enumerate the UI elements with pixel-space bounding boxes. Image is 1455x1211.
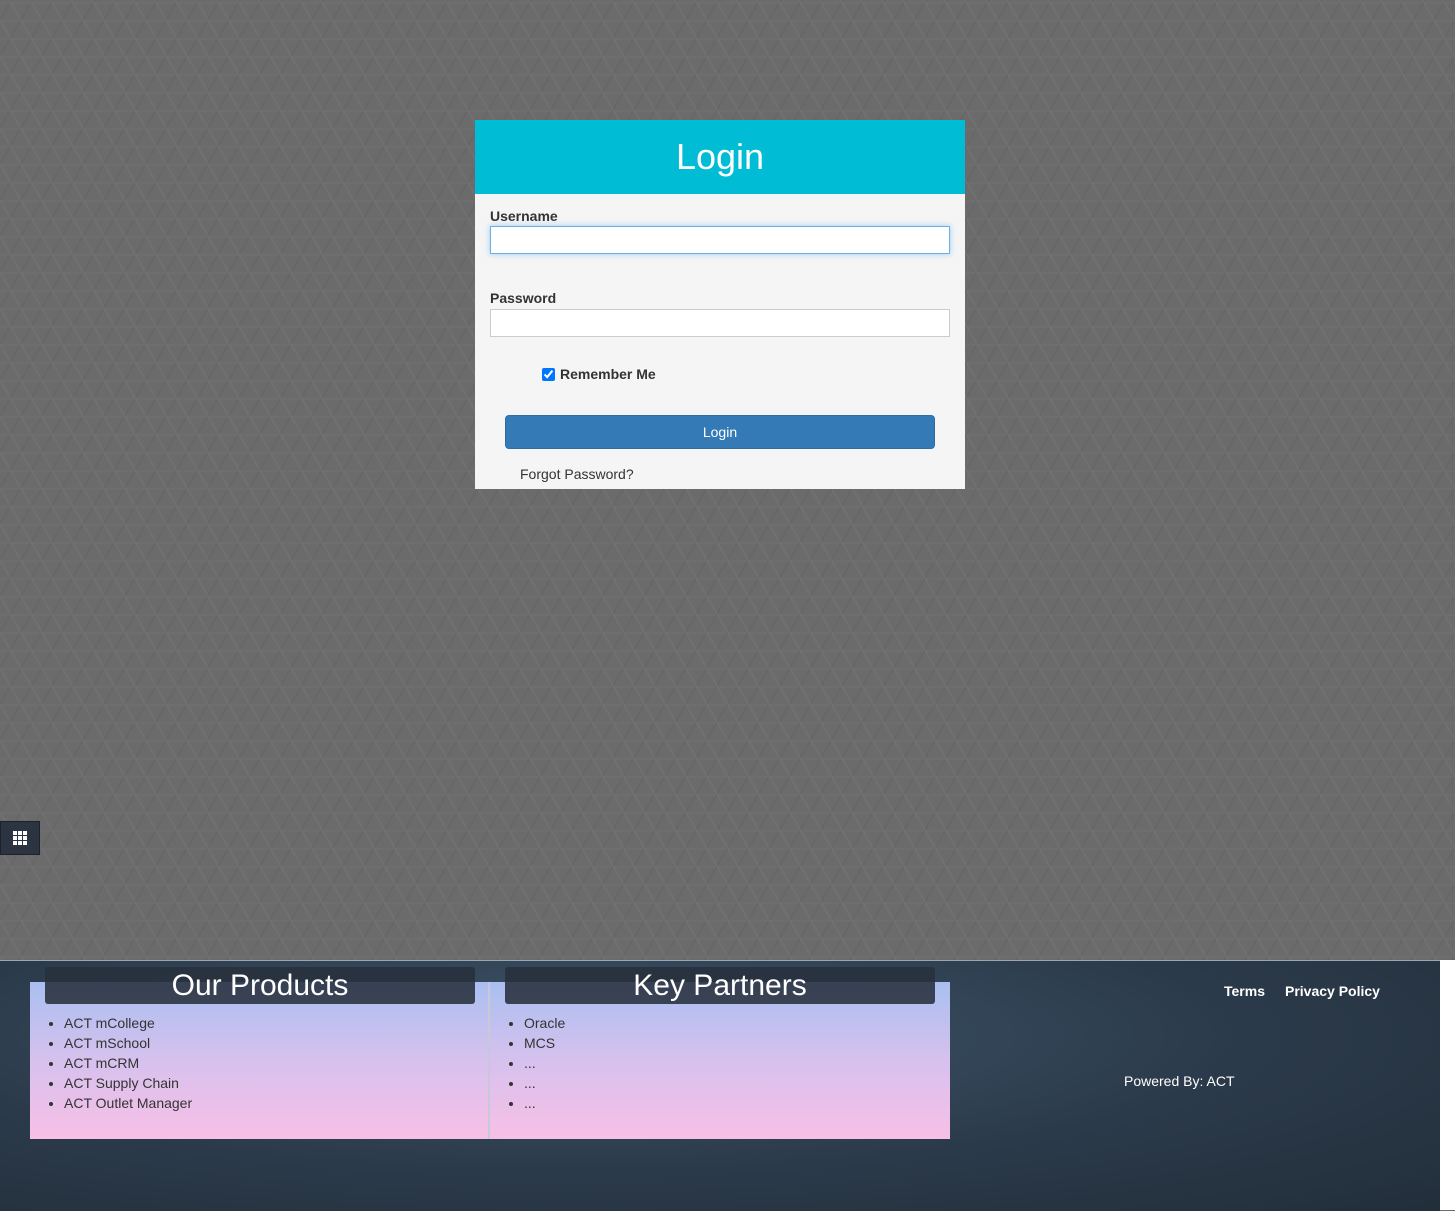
password-input[interactable] xyxy=(490,309,950,337)
terms-link[interactable]: Terms xyxy=(1224,983,1265,999)
partners-heading: Key Partners xyxy=(505,967,935,1004)
partners-list-item: Oracle xyxy=(524,1013,565,1033)
partners-list-item: ... xyxy=(524,1093,565,1113)
login-title: Login xyxy=(475,120,965,194)
footer: Our Products ACT mCollegeACT mSchoolACT … xyxy=(0,960,1440,1211)
login-button[interactable]: Login xyxy=(505,415,935,449)
partners-list-item: ... xyxy=(524,1053,565,1073)
partners-list: OracleMCS......... xyxy=(490,1013,565,1113)
products-list: ACT mCollegeACT mSchoolACT mCRMACT Suppl… xyxy=(30,1013,192,1113)
remember-me: Remember Me xyxy=(542,366,656,382)
username-label: Username xyxy=(490,208,558,224)
partners-list-item: MCS xyxy=(524,1033,565,1053)
products-list-item: ACT mCollege xyxy=(64,1013,192,1033)
login-panel: Login Username Password Remember Me Logi… xyxy=(475,120,965,489)
privacy-policy-link[interactable]: Privacy Policy xyxy=(1285,983,1380,999)
remember-me-checkbox[interactable] xyxy=(542,367,555,381)
products-list-item: ACT Outlet Manager xyxy=(64,1093,192,1113)
partners-list-item: ... xyxy=(524,1073,565,1093)
products-list-item: ACT mCRM xyxy=(64,1053,192,1073)
products-heading: Our Products xyxy=(45,967,475,1004)
page-edge xyxy=(1440,960,1455,1210)
username-input[interactable] xyxy=(490,226,950,254)
grid-icon xyxy=(13,831,27,845)
forgot-password-link[interactable]: Forgot Password? xyxy=(520,466,634,482)
powered-by: Powered By: ACT xyxy=(1124,1073,1235,1089)
password-label: Password xyxy=(490,290,557,306)
side-menu-toggle[interactable] xyxy=(0,821,40,855)
footer-links: Terms Privacy Policy xyxy=(1224,983,1380,999)
products-list-item: ACT Supply Chain xyxy=(64,1073,192,1093)
products-list-item: ACT mSchool xyxy=(64,1033,192,1053)
remember-me-label: Remember Me xyxy=(560,366,656,382)
